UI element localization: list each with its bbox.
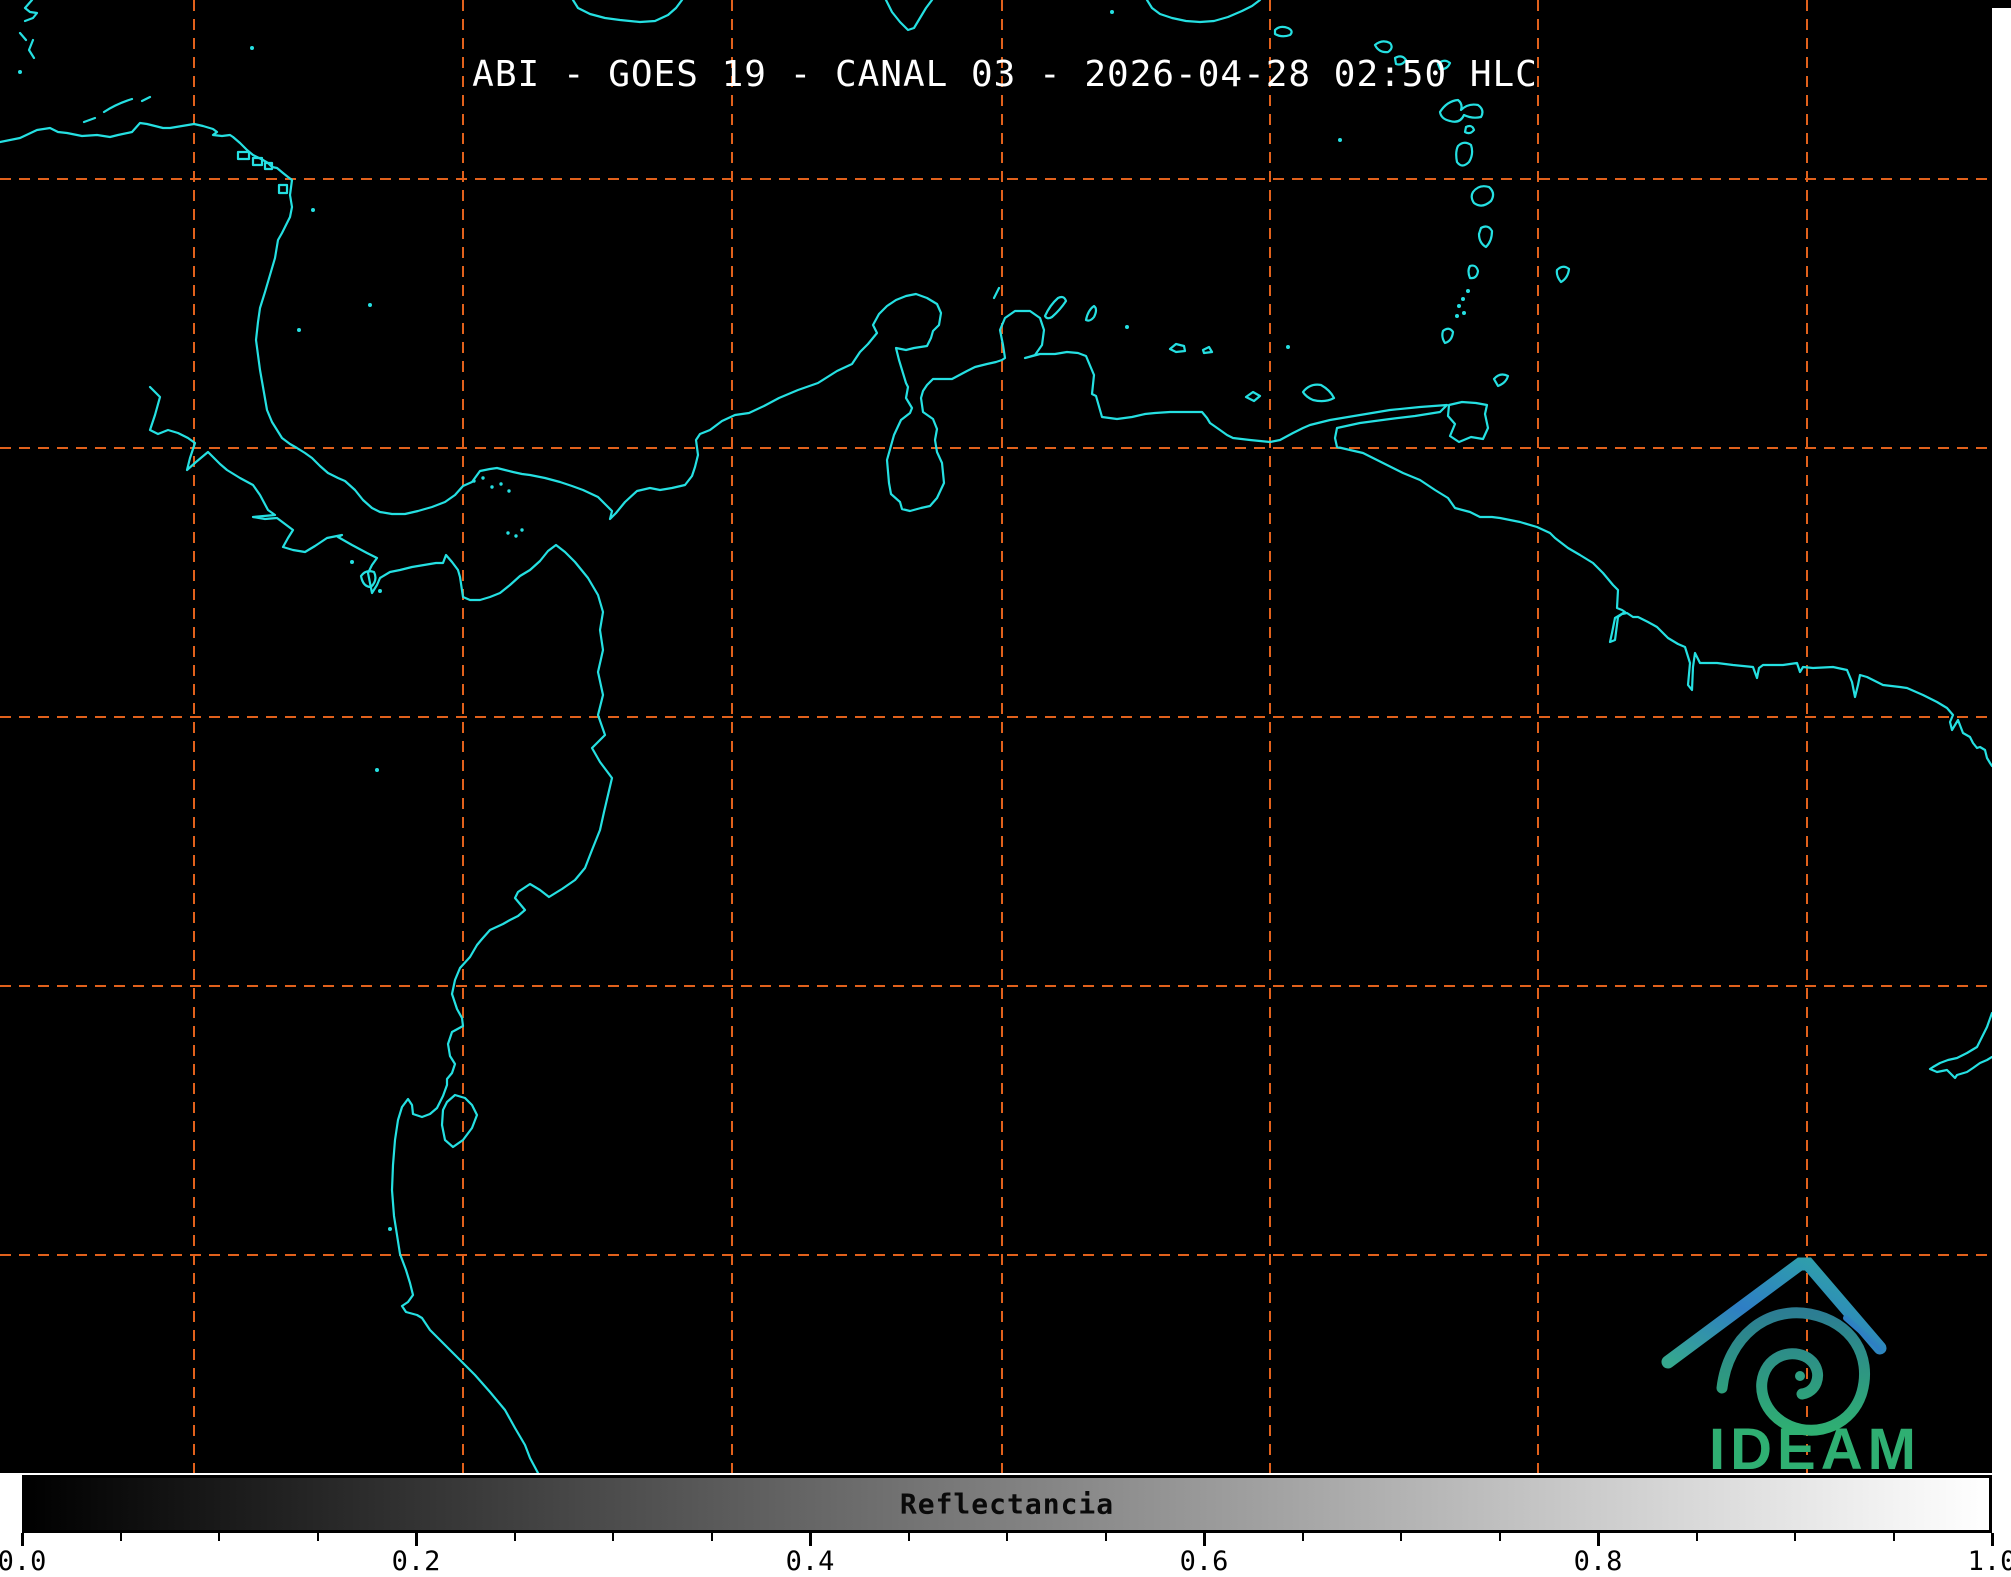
islet-dot — [297, 328, 301, 332]
satellite-image-figure: ABI - GOES 19 - CANAL 03 - 2026-04-28 02… — [0, 0, 2011, 1577]
colorbar-minor-tick — [316, 1533, 319, 1541]
colorbar-minor-tick — [1400, 1533, 1402, 1541]
colorbar-minor-tick — [1892, 1533, 1895, 1541]
colorbar-major-tick — [1990, 1533, 1994, 1546]
colorbar-minor-tick — [710, 1533, 713, 1541]
colorbar-minor-tick — [907, 1533, 910, 1541]
colorbar-minor-tick — [1498, 1533, 1501, 1541]
islet-dot — [1457, 304, 1461, 308]
colorbar-major-tick — [20, 1533, 24, 1546]
colorbar-minor-tick — [612, 1533, 614, 1541]
islet-dot — [1125, 325, 1129, 329]
islet-dot — [350, 560, 354, 564]
islands-trinidad-tobago — [1446, 373, 1510, 444]
ideam-logo: IDEAM — [1650, 1248, 1980, 1473]
colorbar-minor-tick — [513, 1533, 516, 1541]
islet-dot — [520, 528, 524, 532]
colorbar-minor-tick — [1006, 1533, 1008, 1541]
islet-dot — [514, 534, 518, 538]
islet-dot — [507, 489, 511, 493]
islet-dot — [481, 476, 485, 480]
colorbar-major-tick — [1596, 1533, 1600, 1546]
islet-dot — [378, 589, 382, 593]
map-frame-corner — [1992, 0, 2011, 8]
islet-dot — [18, 70, 22, 74]
islet-dot — [472, 479, 476, 483]
colorbar-minor-tick — [1695, 1533, 1698, 1541]
colorbar-tick-label: 0.2 — [391, 1546, 441, 1577]
colorbar-minor-tick — [1794, 1533, 1796, 1541]
islet-dot — [1338, 138, 1342, 142]
colorbar-tick-label: 0.4 — [785, 1546, 835, 1577]
islet-dot — [368, 303, 372, 307]
coastline-amazon-bank — [1928, 1011, 1992, 1080]
islet-dot — [490, 485, 494, 489]
coastline-pacific — [148, 385, 614, 1473]
islet-dot — [1455, 314, 1459, 318]
colorbar-axis: 0.0 0.2 0.4 0.6 0.8 1.0 — [0, 1533, 2011, 1577]
islet-dot — [1461, 297, 1465, 301]
colorbar-tick-label: 0.6 — [1179, 1546, 1229, 1577]
islet-dot — [311, 208, 315, 212]
ideam-logo-text: IDEAM — [1709, 1417, 1921, 1473]
islet-dot — [250, 46, 254, 50]
island-puna — [440, 1093, 479, 1149]
islet-dot — [1286, 345, 1290, 349]
colorbar-minor-tick — [119, 1533, 122, 1541]
figure-right-margin — [1992, 0, 2011, 1577]
islet-dot — [499, 482, 503, 486]
islet-dot — [1110, 10, 1114, 14]
colorbar-minor-tick — [1104, 1533, 1107, 1541]
colorbar-tick-label: 1.0 — [1967, 1546, 2011, 1577]
colorbar-major-tick — [414, 1533, 418, 1546]
islet-dot — [388, 1227, 392, 1231]
islet-dot — [1466, 289, 1470, 293]
islet-dot — [506, 531, 510, 535]
colorbar-major-tick — [1202, 1533, 1206, 1546]
colorbar: Reflectancia — [22, 1475, 1992, 1533]
image-title: ABI - GOES 19 - CANAL 03 - 2026-04-28 02… — [472, 54, 1538, 95]
islands-caribbean-west — [18, 0, 377, 589]
hurricane-spiral-icon — [1716, 1307, 1871, 1436]
colorbar-minor-tick — [1301, 1533, 1304, 1541]
colorbar-label: Reflectancia — [899, 1487, 1115, 1521]
colorbar-tick-label: 0.8 — [1573, 1546, 1623, 1577]
colorbar-major-tick — [808, 1533, 812, 1546]
colorbar-tick-label: 0.0 — [0, 1546, 47, 1577]
islet-dot — [375, 768, 379, 772]
island-dots — [18, 10, 1470, 1231]
coastline-caribbean-mainland — [0, 121, 1992, 768]
islands-venezuela-offshore — [992, 286, 1336, 403]
colorbar-minor-tick — [218, 1533, 220, 1541]
map: ABI - GOES 19 - CANAL 03 - 2026-04-28 02… — [0, 0, 1992, 1473]
islet-dot — [1462, 311, 1466, 315]
